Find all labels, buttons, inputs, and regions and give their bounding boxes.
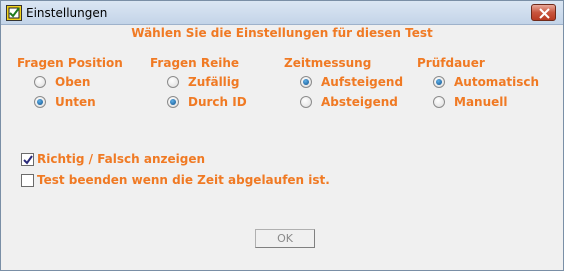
- group-title-pruefdauer: Prüfdauer: [417, 56, 485, 70]
- checkbox-checked-icon[interactable]: [21, 152, 34, 166]
- settings-window: Einstellungen Wählen Sie die Einstellung…: [0, 0, 564, 271]
- radio-option-durch-id[interactable]: Durch ID: [167, 95, 247, 109]
- radio-label: Oben: [55, 75, 91, 89]
- app-icon: [6, 5, 22, 21]
- radio-option-automatisch[interactable]: Automatisch: [433, 75, 539, 89]
- radio-label: Durch ID: [188, 95, 247, 109]
- radio-label: Absteigend: [321, 95, 398, 109]
- group-title-zeitmessung: Zeitmessung: [284, 56, 372, 70]
- radio-label: Manuell: [454, 95, 508, 109]
- radio-icon[interactable]: [433, 96, 445, 108]
- close-button[interactable]: [531, 4, 556, 21]
- radio-label: Unten: [55, 95, 96, 109]
- group-title-fragen-reihe: Fragen Reihe: [150, 56, 240, 70]
- group-title-fragen-position: Fragen Position: [17, 56, 123, 70]
- checkbox-test-beenden[interactable]: Test beenden wenn die Zeit abgelaufen is…: [21, 173, 330, 187]
- checkbox-label: Richtig / Falsch anzeigen: [37, 152, 206, 166]
- radio-label: Zufällig: [188, 75, 240, 89]
- close-icon: [539, 8, 550, 19]
- radio-label: Automatisch: [454, 75, 540, 89]
- radio-icon[interactable]: [300, 96, 312, 108]
- radio-selected-icon[interactable]: [34, 96, 46, 108]
- radio-option-manuell[interactable]: Manuell: [433, 95, 508, 109]
- radio-selected-icon[interactable]: [300, 76, 312, 88]
- radio-option-aufsteigend[interactable]: Aufsteigend: [300, 75, 403, 89]
- radio-option-absteigend[interactable]: Absteigend: [300, 95, 398, 109]
- ok-button[interactable]: OK: [255, 229, 315, 248]
- radio-icon[interactable]: [167, 76, 179, 88]
- radio-selected-icon[interactable]: [433, 76, 445, 88]
- radio-label: Aufsteigend: [321, 75, 404, 89]
- dialog-heading: Wählen Sie die Einstellungen für diesen …: [131, 26, 433, 40]
- radio-selected-icon[interactable]: [167, 96, 179, 108]
- radio-icon[interactable]: [34, 76, 46, 88]
- radio-option-unten[interactable]: Unten: [34, 95, 96, 109]
- radio-option-zufaellig[interactable]: Zufällig: [167, 75, 240, 89]
- checkbox-label: Test beenden wenn die Zeit abgelaufen is…: [37, 173, 330, 187]
- checkbox-icon[interactable]: [21, 173, 34, 187]
- window-title: Einstellungen: [26, 6, 108, 20]
- radio-option-oben[interactable]: Oben: [34, 75, 90, 89]
- content-area: Wählen Sie die Einstellungen für diesen …: [4, 26, 560, 268]
- title-bar[interactable]: Einstellungen: [1, 1, 563, 25]
- checkbox-richtig-falsch[interactable]: Richtig / Falsch anzeigen: [21, 152, 205, 166]
